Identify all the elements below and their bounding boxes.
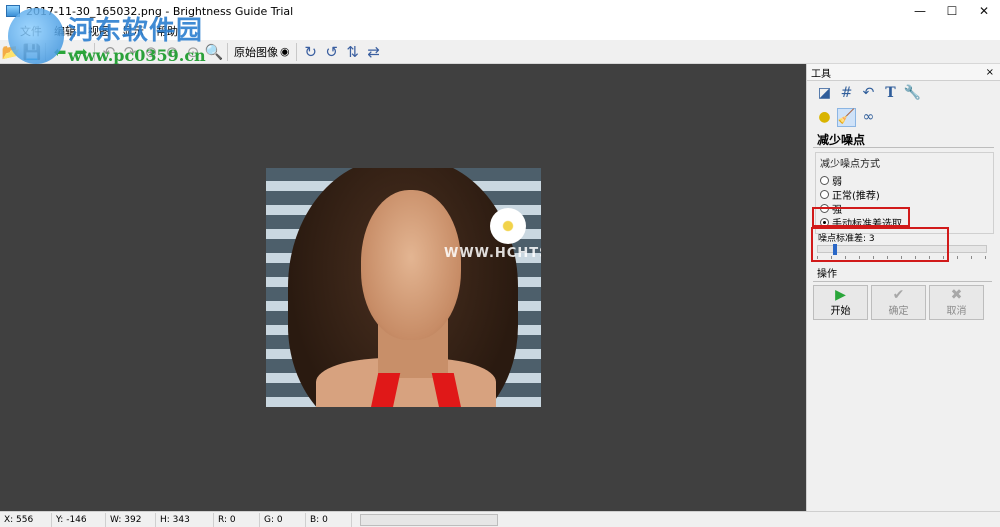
ok-button-label: 确定 — [888, 306, 909, 317]
menu-view[interactable]: 视图 — [82, 23, 116, 39]
menu-display[interactable]: 显示 — [116, 23, 150, 39]
zoom-fit-icon[interactable]: ⊙ — [183, 42, 203, 62]
operations-label: 操作 — [817, 269, 837, 280]
ok-button[interactable]: ✔ 确定 — [871, 285, 926, 320]
resize-tool-icon[interactable]: ◪ — [815, 84, 834, 103]
toolbar-divider — [45, 42, 46, 61]
menu-bar: 文件 编辑 视图 显示 帮助 — [0, 22, 1000, 40]
play-icon: ▶ — [835, 287, 846, 303]
brightness-tool-icon[interactable]: ● — [815, 108, 834, 127]
toolbar-divider — [94, 42, 95, 61]
zoom-in-icon[interactable]: ⊕ — [141, 42, 161, 62]
toolbar: 📂 💾 ⬅ ➡ ↶ ↷ ⊕ ⊖ ⊙ 🔍 原始图像 ◉ ↻ ↺ ⇅ ⇄ — [0, 40, 1000, 64]
back-arrow-icon[interactable]: ⬅ — [50, 42, 70, 62]
panel-header: 工具 × — [807, 64, 1000, 81]
cancel-button[interactable]: ✖ 取消 — [929, 285, 984, 320]
operations-buttons: ▶ 开始 ✔ 确定 ✖ 取消 — [813, 285, 992, 320]
minimize-button[interactable]: — — [904, 0, 936, 22]
radio-weak-circle[interactable] — [820, 175, 829, 185]
wrench-tool-icon[interactable]: 🔧 — [903, 84, 922, 103]
toolbar-divider — [295, 42, 297, 61]
tool-row-1: ◪ # ↶ T 🔧 — [807, 81, 1000, 105]
highlight-manual-option — [812, 207, 910, 227]
eye-icon: ◉ — [280, 45, 290, 58]
flip-horizontal-icon[interactable]: ⇄ — [364, 42, 384, 62]
maximize-button[interactable]: ☐ — [936, 0, 968, 22]
noise-method-label: 减少噪点方式 — [820, 159, 880, 170]
operations-section: 操作 ▶ 开始 ✔ 确定 ✖ 取消 — [813, 265, 992, 320]
window-controls: — ☐ ✕ — [904, 0, 1000, 22]
undo-icon[interactable]: ↶ — [99, 42, 119, 62]
photo-face — [361, 190, 461, 340]
app-icon — [6, 5, 20, 17]
text-tool-icon[interactable]: T — [881, 84, 900, 103]
status-g: G: 0 — [260, 512, 306, 527]
panel-close-icon[interactable]: × — [986, 67, 994, 78]
radio-normal-label: 正常(推荐) — [832, 190, 880, 202]
status-progress-bar — [360, 513, 498, 526]
status-w: W: 392 — [106, 512, 156, 527]
photo-watermark: WWW.HCHTS.NET — [444, 246, 541, 261]
zoom-search-icon[interactable]: 🔍 — [204, 42, 224, 62]
radio-weak-label: 弱 — [832, 176, 842, 188]
title-bar: 2017-11-30_165032.png - Brightness Guide… — [0, 0, 1000, 22]
redo-icon[interactable]: ↷ — [120, 42, 140, 62]
highlight-std-slider — [811, 227, 949, 262]
rotate-cw-icon[interactable]: ↻ — [301, 42, 321, 62]
x-icon: ✖ — [950, 287, 963, 303]
color-tool-icon[interactable]: ∞ — [859, 108, 878, 127]
check-icon: ✔ — [892, 287, 905, 303]
open-icon[interactable]: 📂 — [1, 42, 21, 62]
menu-edit[interactable]: 编辑 — [48, 23, 82, 39]
original-image-label: 原始图像 — [234, 45, 278, 59]
toolbar-divider — [227, 42, 228, 61]
menu-help[interactable]: 帮助 — [150, 23, 184, 39]
status-bar: X: 556 Y: -146 W: 392 H: 343 R: 0 G: 0 B… — [0, 511, 1000, 527]
image-canvas[interactable]: WWW.HCHTS.NET — [0, 64, 806, 511]
panel-title: 工具 — [811, 68, 831, 80]
photo[interactable]: WWW.HCHTS.NET — [266, 168, 541, 407]
rotate-ccw-icon[interactable]: ↺ — [322, 42, 342, 62]
panel-divider — [813, 147, 994, 148]
radio-normal-circle[interactable] — [820, 189, 829, 199]
undo-tool-icon[interactable]: ↶ — [859, 84, 878, 103]
radio-weak[interactable]: 弱 — [820, 173, 989, 188]
status-x: X: 556 — [0, 512, 52, 527]
operations-divider — [813, 281, 992, 282]
close-button[interactable]: ✕ — [968, 0, 1000, 22]
status-b: B: 0 — [306, 512, 352, 527]
menu-file[interactable]: 文件 — [14, 23, 48, 39]
status-h: H: 343 — [156, 512, 214, 527]
window-title: 2017-11-30_165032.png - Brightness Guide… — [26, 4, 294, 18]
start-button[interactable]: ▶ 开始 — [813, 285, 868, 320]
cancel-button-label: 取消 — [946, 306, 967, 317]
original-image-button[interactable]: 原始图像 ◉ — [231, 44, 293, 60]
tool-title: 减少噪点 — [817, 133, 866, 147]
forward-arrow-icon[interactable]: ➡ — [71, 42, 91, 62]
status-r: R: 0 — [214, 512, 260, 527]
status-y: Y: -146 — [52, 512, 106, 527]
radio-normal[interactable]: 正常(推荐) — [820, 187, 989, 202]
flip-vertical-icon[interactable]: ⇅ — [343, 42, 363, 62]
photo-flower — [490, 208, 526, 244]
save-icon[interactable]: 💾 — [22, 42, 42, 62]
denoise-tool-icon[interactable]: 🧹 — [837, 107, 856, 127]
zoom-out-icon[interactable]: ⊖ — [162, 42, 182, 62]
tool-row-2: ● 🧹 ∞ — [807, 105, 1000, 129]
start-button-label: 开始 — [830, 306, 851, 317]
grid-tool-icon[interactable]: # — [837, 84, 856, 103]
